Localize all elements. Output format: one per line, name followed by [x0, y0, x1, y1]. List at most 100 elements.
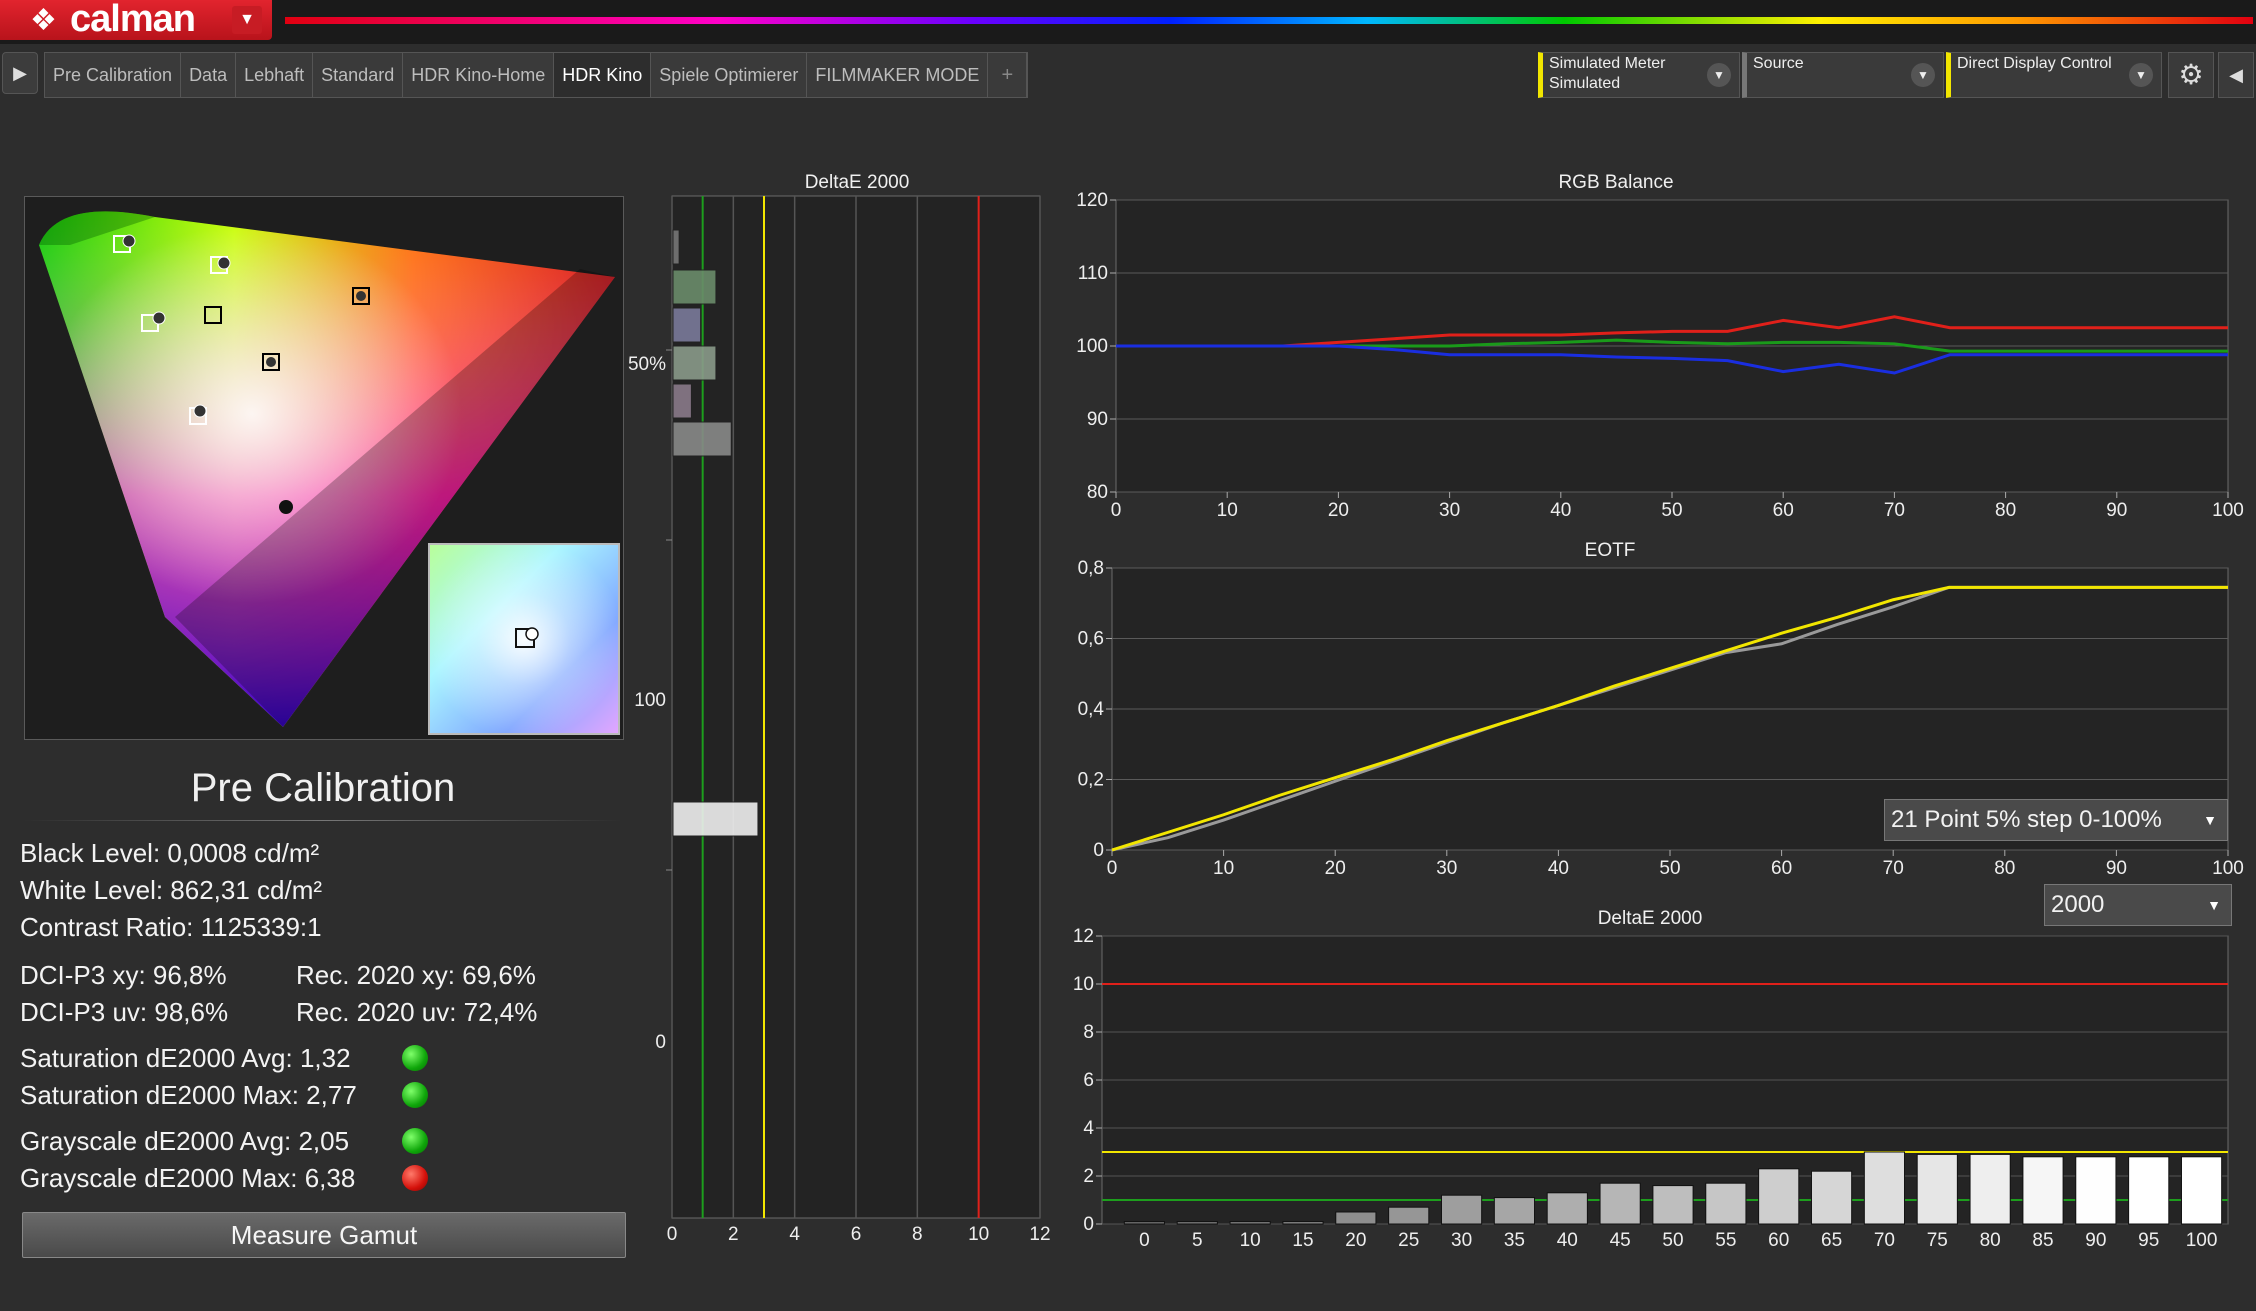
x-tick-label: 10: [1217, 500, 1238, 521]
saturation-max: Saturation dE2000 Max: 2,77: [20, 1080, 357, 1110]
x-tick-label: 15: [1292, 1230, 1313, 1251]
tab-spiele-optimierer[interactable]: Spiele Optimierer: [651, 53, 808, 97]
deltae-bar: [1599, 1182, 1641, 1225]
deltae-bar: [1123, 1221, 1166, 1225]
play-icon[interactable]: ▶: [2, 52, 38, 94]
pattern-dropdown-value: 21 Point 5% step 0-100%: [1891, 806, 2162, 833]
deltae-bar-chart: 0 2 4 6 8 10 12 0 5 10 15 20 25 30 35 40 45 50 55 60 65 70 75 8…: [1073, 926, 2229, 1251]
x-tick-label: 35: [1504, 1230, 1525, 1251]
x-tick-label: 30: [1451, 1230, 1472, 1251]
x-tick-label: 2: [728, 1224, 739, 1245]
rec-2020-uv: Rec. 2020 uv: 72,4%: [296, 997, 538, 1027]
deltae-bar: [1493, 1197, 1536, 1225]
x-tick-label: 0: [1111, 500, 1122, 521]
tab-data[interactable]: Data: [181, 53, 237, 97]
saturation-avg: Saturation dE2000 Avg: 1,32: [20, 1043, 351, 1073]
page-title: Pre Calibration: [190, 766, 456, 810]
deltae-bar: [1546, 1192, 1588, 1225]
deltae-bar: [672, 421, 732, 457]
tab-hdr-kino-home[interactable]: HDR Kino-Home: [403, 53, 555, 97]
x-tick-label: 100: [2186, 1230, 2218, 1251]
deltae-bar: [1916, 1153, 1958, 1225]
y-tick-label: 50%: [628, 354, 666, 375]
y-tick-label: 12: [1073, 926, 1094, 947]
rainbow-strip: [285, 17, 2253, 24]
x-tick-label: 40: [1550, 500, 1571, 521]
tab-pre-calibration[interactable]: Pre Calibration: [45, 53, 182, 97]
display-label: Direct Display Control: [1957, 55, 2112, 72]
meter-selector[interactable]: Simulated Meter Simulated ▼: [1538, 52, 1740, 98]
y-tick-label: 0: [1093, 840, 1104, 861]
deltae-bar: [672, 345, 717, 381]
y-tick-label: 4: [1083, 1118, 1094, 1139]
measured-marker: [122, 234, 136, 248]
tab-hdr-kino[interactable]: HDR Kino: [554, 53, 652, 97]
x-tick-label: 5: [1192, 1230, 1203, 1251]
pattern-dropdown[interactable]: 21 Point 5% step 0-100% ▼: [1884, 799, 2228, 841]
dci-p3-xy: DCI-P3 xy: 96,8%: [20, 960, 227, 990]
x-tick-label: 60: [1773, 500, 1794, 521]
x-tick-label: 45: [1610, 1230, 1631, 1251]
deltae-bar: [1969, 1153, 2011, 1225]
deltae-bar: [672, 269, 717, 305]
x-tick-label: 20: [1328, 500, 1349, 521]
y-tick-label: 0,8: [1078, 558, 1104, 579]
x-tick-label: 0: [667, 1224, 678, 1245]
calman-diamond-icon: ❖: [30, 4, 57, 37]
y-tick-label: 120: [1076, 190, 1108, 211]
y-tick-label: 10: [1073, 974, 1094, 995]
contrast-ratio: Contrast Ratio: 1125339:1: [20, 912, 322, 942]
add-tab-button[interactable]: +: [988, 53, 1028, 97]
x-tick-label: 10: [968, 1224, 989, 1245]
x-tick-label: 40: [1557, 1230, 1578, 1251]
y-tick-label: 100: [634, 690, 666, 711]
x-tick-label: 100: [2212, 500, 2244, 521]
deltae-bar: [2022, 1156, 2064, 1225]
deltae-bar: [1440, 1194, 1483, 1225]
deltae-bar: [1810, 1170, 1853, 1225]
chevron-down-icon[interactable]: ▼: [232, 6, 262, 34]
rec-2020-xy: Rec. 2020 xy: 69,6%: [296, 960, 536, 990]
status-good-icon: [402, 1082, 428, 1108]
deltae-bar: [672, 383, 692, 419]
y-tick-label: 8: [1083, 1022, 1094, 1043]
workflow-tabs: Pre Calibration Data Lebhaft Standard HD…: [44, 52, 1029, 98]
deltae-bar: [1335, 1211, 1377, 1225]
gear-icon[interactable]: ⚙: [2168, 52, 2214, 98]
calman-logo[interactable]: ❖ calman ▼: [0, 0, 272, 40]
status-bad-icon: [402, 1165, 428, 1191]
deltae-bar: [1282, 1221, 1324, 1225]
x-tick-label: 80: [1994, 858, 2015, 879]
x-tick-label: 65: [1821, 1230, 1842, 1251]
collapse-panel-icon[interactable]: ◀: [2218, 52, 2254, 98]
x-tick-label: 30: [1436, 858, 1457, 879]
x-tick-label: 90: [2106, 500, 2127, 521]
meter-label: Simulated Meter: [1549, 55, 1666, 72]
x-tick-label: 10: [1240, 1230, 1261, 1251]
chevron-down-icon[interactable]: ▼: [2129, 63, 2153, 87]
source-selector[interactable]: Source ▼: [1742, 52, 1944, 98]
meter-value: Simulated: [1549, 75, 1621, 92]
x-tick-label: 90: [2106, 858, 2127, 879]
grayscale-avg: Grayscale dE2000 Avg: 2,05: [20, 1126, 350, 1156]
x-tick-label: 70: [1884, 500, 1905, 521]
y-tick-label: 0: [655, 1032, 666, 1053]
chevron-down-icon[interactable]: ▼: [1911, 63, 1935, 87]
chevron-down-icon[interactable]: ▼: [1707, 63, 1731, 87]
x-tick-label: 4: [789, 1224, 800, 1245]
chevron-down-icon: ▼: [2207, 897, 2221, 913]
display-selector[interactable]: Direct Display Control ▼: [1946, 52, 2162, 98]
x-tick-label: 8: [912, 1224, 923, 1245]
status-good-icon: [402, 1045, 428, 1071]
chevron-down-icon: ▼: [2203, 812, 2217, 828]
tab-standard[interactable]: Standard: [313, 53, 404, 97]
deltae-bar: [672, 801, 759, 837]
tab-lebhaft[interactable]: Lebhaft: [236, 53, 314, 97]
y-tick-label: 6: [1083, 1070, 1094, 1091]
x-tick-label: 50: [1661, 500, 1682, 521]
grayscale-max: Grayscale dE2000 Max: 6,38: [20, 1163, 356, 1193]
tab-filmmaker-mode[interactable]: FILMMAKER MODE: [807, 53, 989, 97]
deltae-bar: [2075, 1156, 2117, 1225]
y-tick-label: 0,2: [1078, 770, 1104, 791]
measure-gamut-button[interactable]: Measure Gamut: [22, 1212, 626, 1258]
